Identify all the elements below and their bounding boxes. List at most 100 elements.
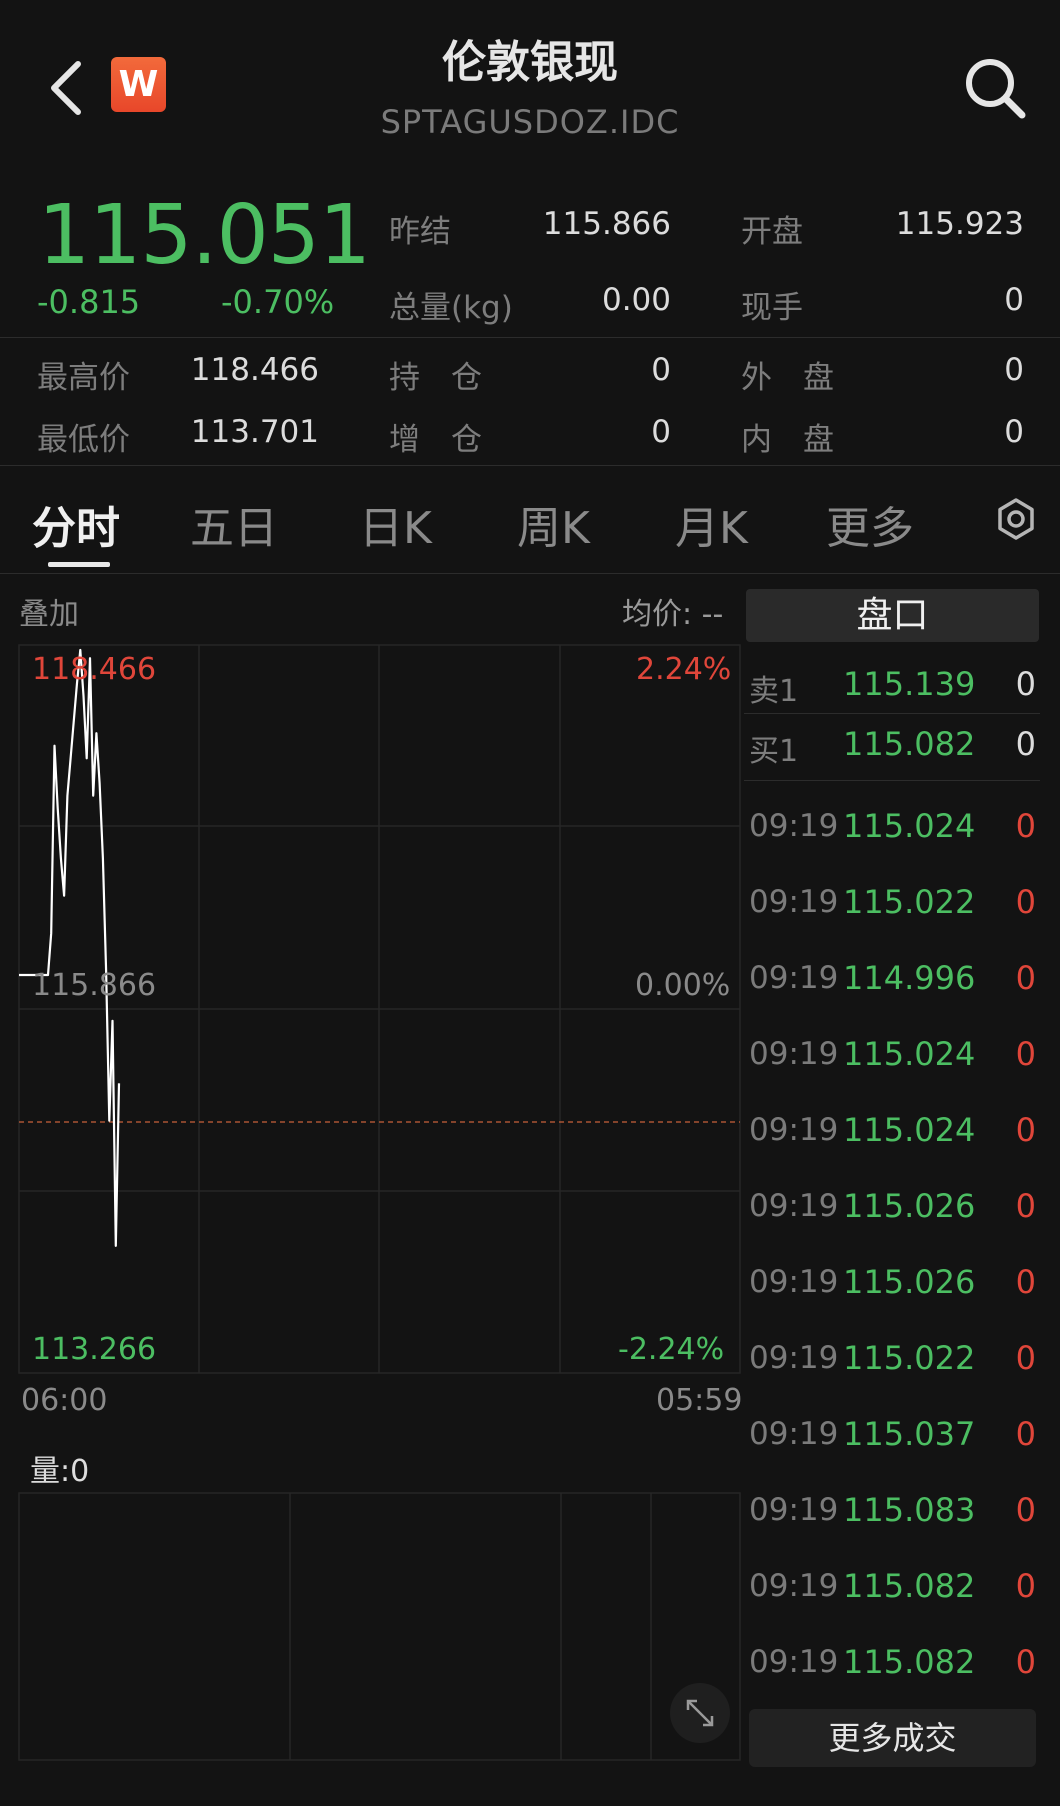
- stat-label: 最低价: [37, 422, 130, 458]
- divider: [744, 713, 1040, 714]
- tab-monthly-k[interactable]: 月K: [675, 492, 748, 556]
- search-button[interactable]: [962, 55, 1028, 121]
- tab-more[interactable]: 更多: [826, 492, 914, 556]
- chart-top-pct: 2.24%: [636, 652, 732, 687]
- trade-price: 115.024: [843, 1111, 976, 1149]
- last-price: 115.051: [38, 188, 371, 283]
- divider: [0, 337, 1060, 338]
- overlay-button[interactable]: 叠加: [19, 589, 79, 633]
- order-book-tab[interactable]: 盘口: [746, 589, 1039, 642]
- stat-value: 0.00: [601, 282, 671, 318]
- trade-volume: 0: [1015, 1111, 1036, 1149]
- divider: [744, 780, 1040, 781]
- trade-price: 115.026: [843, 1263, 976, 1301]
- chart-bottom-price: 113.266: [32, 1332, 157, 1367]
- settings-hexagon-icon: [998, 498, 1034, 540]
- time-axis-start: 06:00: [21, 1383, 108, 1418]
- price-line: [19, 648, 121, 1247]
- stat-value: 115.866: [542, 206, 671, 242]
- stat-value: 115.923: [895, 206, 1024, 242]
- divider: [0, 573, 1060, 574]
- trade-volume: 0: [1015, 1263, 1036, 1301]
- bid-volume: 0: [1015, 725, 1036, 763]
- expand-chart-button[interactable]: [670, 1683, 730, 1743]
- chart-grid: [18, 644, 741, 1374]
- chart-mid-pct: 0.00%: [635, 968, 731, 1003]
- ask-label: 卖1: [749, 674, 799, 709]
- trade-price: 115.082: [843, 1567, 976, 1605]
- stat-value: 0: [651, 352, 671, 388]
- chart-bottom-pct: -2.24%: [618, 1332, 725, 1367]
- price-change: -0.815: [37, 283, 141, 321]
- trade-price: 115.083: [843, 1491, 976, 1529]
- stat-value: 0: [1004, 352, 1024, 388]
- stat-label: 总量(kg): [389, 290, 513, 326]
- stat-value: 113.701: [190, 414, 319, 450]
- trade-volume: 0: [1015, 959, 1036, 997]
- trade-time: 09:19: [749, 808, 839, 844]
- trade-time: 09:19: [749, 1340, 839, 1376]
- trade-price: 115.024: [843, 1035, 976, 1073]
- trade-price: 115.082: [843, 1643, 976, 1681]
- settings-button[interactable]: [994, 497, 1038, 541]
- symbol-code: SPTAGUSDOZ.IDC: [380, 103, 680, 141]
- volume-grid: [18, 1492, 741, 1761]
- trade-time: 09:19: [749, 1112, 839, 1148]
- trade-time: 09:19: [749, 884, 839, 920]
- trade-price: 114.996: [843, 959, 976, 997]
- trade-volume: 0: [1015, 1187, 1036, 1225]
- trade-volume: 0: [1015, 807, 1036, 845]
- trade-time: 09:19: [749, 1188, 839, 1224]
- stat-label: 外 盘: [741, 360, 834, 396]
- trade-time: 09:19: [749, 960, 839, 996]
- time-axis-end: 05:59: [656, 1383, 743, 1418]
- trade-price: 115.024: [843, 807, 976, 845]
- trade-volume: 0: [1015, 1035, 1036, 1073]
- trade-time: 09:19: [749, 1644, 839, 1680]
- bid-label: 买1: [749, 734, 799, 769]
- trade-price: 115.022: [843, 883, 976, 921]
- trade-price: 115.022: [843, 1339, 976, 1377]
- trade-time: 09:19: [749, 1264, 839, 1300]
- divider: [0, 465, 1060, 466]
- ask-volume: 0: [1015, 665, 1036, 703]
- bid-price: 115.082: [843, 725, 976, 763]
- stat-label: 最高价: [37, 360, 130, 396]
- tab-daily-k[interactable]: 日K: [359, 492, 432, 556]
- trade-price: 115.026: [843, 1187, 976, 1225]
- stat-label: 开盘: [741, 214, 803, 250]
- avg-price-label: 均价: --: [622, 597, 724, 632]
- trade-volume: 0: [1015, 1339, 1036, 1377]
- ask-price: 115.139: [843, 665, 976, 703]
- intraday-chart[interactable]: [0, 640, 745, 1770]
- trade-volume: 0: [1015, 1415, 1036, 1453]
- stat-label: 持 仓: [389, 360, 482, 396]
- trade-time: 09:19: [749, 1492, 839, 1528]
- trade-time: 09:19: [749, 1416, 839, 1452]
- tab-five-day[interactable]: 五日: [190, 492, 278, 556]
- volume-label: 量:0: [30, 1454, 90, 1489]
- trade-volume: 0: [1015, 1643, 1036, 1681]
- stat-value: 0: [1004, 282, 1024, 318]
- stat-value: 0: [651, 414, 671, 450]
- chart-top-price: 118.466: [32, 652, 157, 687]
- volume-border: [18, 1492, 741, 1761]
- stat-value: 0: [1004, 414, 1024, 450]
- expand-icon: [686, 1699, 714, 1727]
- active-tab-indicator: [48, 562, 110, 567]
- trade-time: 09:19: [749, 1036, 839, 1072]
- stat-label: 现手: [741, 290, 803, 326]
- search-icon: [966, 59, 1026, 119]
- trade-time: 09:19: [749, 1568, 839, 1604]
- trade-volume: 0: [1015, 1491, 1036, 1529]
- tab-intraday[interactable]: 分时: [32, 492, 120, 556]
- stat-label: 昨结: [389, 214, 451, 250]
- tab-weekly-k[interactable]: 周K: [517, 492, 590, 556]
- stat-label: 内 盘: [741, 422, 834, 458]
- trade-volume: 0: [1015, 1567, 1036, 1605]
- chart-mid-price: 115.866: [32, 968, 157, 1003]
- more-trades-button[interactable]: 更多成交: [749, 1709, 1036, 1767]
- trade-price: 115.037: [843, 1415, 976, 1453]
- price-change-pct: -0.70%: [221, 283, 335, 321]
- trade-volume: 0: [1015, 883, 1036, 921]
